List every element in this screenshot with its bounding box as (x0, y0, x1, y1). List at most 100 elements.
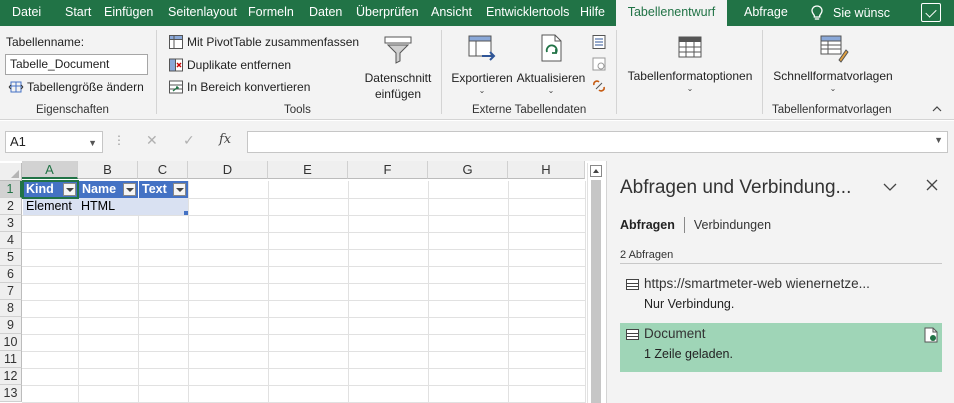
tab-datei[interactable]: Datei (12, 0, 41, 26)
cancel-icon[interactable]: ✕ (146, 132, 158, 149)
table-resize-handle[interactable] (184, 211, 188, 215)
row-header[interactable]: 12 (0, 368, 22, 385)
tab-ueberpruefen[interactable]: Überprüfen (356, 0, 419, 26)
table-name-input[interactable]: Tabelle_Document (5, 54, 148, 75)
row-header[interactable]: 9 (0, 317, 22, 334)
collapse-ribbon-icon[interactable] (932, 104, 942, 114)
query-item-document[interactable]: Document 1 Zeile geladen. (620, 323, 942, 372)
tab-seitenlayout[interactable]: Seitenlayout (168, 0, 237, 26)
row-header[interactable]: 10 (0, 334, 22, 351)
table-style-options-icon (678, 36, 702, 58)
select-all-corner[interactable] (0, 163, 22, 181)
row-header[interactable]: 2 (0, 198, 22, 215)
table-cell[interactable]: HTML (78, 198, 138, 215)
export-button[interactable]: Exportieren ⌄ (450, 32, 514, 96)
resize-table-icon (8, 81, 24, 93)
gridline (22, 215, 585, 216)
pane-title: Abfragen und Verbindung... (620, 177, 852, 198)
table-style-options-dropdown-icon: ⌄ (686, 84, 694, 93)
gridline (22, 249, 585, 250)
filter-dropdown-icon[interactable] (173, 183, 186, 196)
tab-connections[interactable]: Verbindungen (694, 218, 771, 232)
remove-duplicates-icon (169, 58, 183, 72)
chevron-down-icon[interactable] (883, 180, 897, 194)
table-style-options-button[interactable]: Tabellenformatoptionen ⌄ (624, 32, 756, 94)
column-header-d[interactable]: D (188, 161, 268, 179)
column-header-h[interactable]: H (508, 161, 585, 179)
name-box[interactable]: A1 ▼ (5, 131, 103, 153)
enter-icon[interactable]: ✓ (183, 132, 195, 149)
vertical-scrollbar[interactable] (587, 163, 603, 403)
unlink-icon[interactable] (591, 78, 607, 94)
tab-start[interactable]: Start (65, 0, 91, 26)
ribbon-separator (156, 30, 157, 114)
slicer-label-1: Datenschnitt (364, 71, 432, 85)
row-header[interactable]: 5 (0, 249, 22, 266)
resize-table-button[interactable]: Tabellengröße ändern (8, 77, 144, 97)
tab-abfrage[interactable]: Abfrage (744, 0, 788, 26)
tab-entwicklertools[interactable]: Entwicklertools (486, 0, 569, 26)
column-header-b[interactable]: B (78, 161, 138, 179)
slicer-icon (384, 36, 412, 64)
gridline (22, 283, 585, 284)
query-item-smartmeter[interactable]: https://smartmeter-web wienernetze... Nu… (620, 273, 942, 321)
row-header[interactable]: 1 (0, 181, 22, 198)
tab-einfuegen[interactable]: Einfügen (104, 0, 153, 26)
scrollbar-thumb[interactable] (591, 180, 601, 403)
convert-to-range-button[interactable]: In Bereich konvertieren (168, 77, 310, 97)
column-header-g[interactable]: G (428, 161, 508, 179)
quick-styles-button[interactable]: Schnellformatvorlagen ⌄ (770, 32, 896, 94)
open-in-browser-icon[interactable] (591, 56, 607, 72)
filter-dropdown-icon[interactable] (123, 183, 136, 196)
tab-hilfe[interactable]: Hilfe (580, 0, 605, 26)
quick-styles-dropdown-icon: ⌄ (829, 84, 837, 93)
table-header-text[interactable]: Text (138, 181, 188, 198)
gridline (22, 334, 585, 335)
row-header[interactable]: 4 (0, 232, 22, 249)
column-header-a[interactable]: A (22, 161, 78, 179)
expand-formula-bar-icon[interactable]: ▼ (934, 135, 943, 145)
row-header[interactable]: 6 (0, 266, 22, 283)
pane-divider (620, 263, 942, 264)
tab-tabellenentwurf[interactable]: Tabellenentwurf (616, 0, 727, 27)
refresh-icon (541, 34, 562, 62)
share-icon[interactable] (921, 3, 941, 22)
refresh-button[interactable]: Aktualisieren ⌄ (516, 32, 586, 96)
export-dropdown-icon: ⌄ (478, 86, 486, 95)
row-header[interactable]: 8 (0, 300, 22, 317)
close-icon[interactable] (925, 178, 939, 192)
group-title-tools: Tools (284, 104, 311, 116)
properties-icon[interactable] (591, 34, 607, 50)
tab-ansicht[interactable]: Ansicht (431, 0, 472, 26)
refresh-query-icon[interactable] (924, 327, 938, 343)
column-header-e[interactable]: E (268, 161, 348, 179)
scroll-up-icon[interactable] (590, 165, 602, 177)
pivot-table-icon (169, 35, 183, 49)
tab-daten[interactable]: Daten (309, 0, 342, 26)
table-header-name[interactable]: Name (78, 181, 138, 198)
ribbon-separator (616, 30, 617, 114)
tab-formeln[interactable]: Formeln (248, 0, 294, 26)
table-cell[interactable] (138, 198, 188, 215)
column-header-c[interactable]: C (138, 161, 188, 179)
quick-styles-icon (820, 35, 849, 63)
pivot-summarize-button[interactable]: Mit PivotTable zusammenfassen (168, 32, 359, 52)
table-cell[interactable]: Element (23, 198, 78, 215)
row-header[interactable]: 3 (0, 215, 22, 232)
worksheet-grid[interactable]: A B C D E F G H 1 2 3 4 5 6 7 8 9 10 11 … (0, 161, 605, 403)
column-header-f[interactable]: F (348, 161, 428, 179)
slicer-label-2: einfügen (374, 87, 422, 101)
formula-input[interactable]: ▼ (247, 131, 948, 153)
row-header[interactable]: 13 (0, 385, 22, 402)
insert-slicer-button[interactable]: Datenschnitt einfügen (362, 34, 434, 102)
row-header[interactable]: 11 (0, 351, 22, 368)
tab-queries[interactable]: Abfragen (620, 218, 675, 232)
gridline (22, 351, 585, 352)
name-box-dropdown-icon[interactable]: ▼ (88, 135, 97, 151)
lightbulb-icon (811, 5, 823, 20)
remove-duplicates-button[interactable]: Duplikate entfernen (168, 55, 291, 75)
insert-function-icon[interactable]: fx (219, 132, 231, 147)
row-header[interactable]: 7 (0, 283, 22, 300)
query-status: Nur Verbindung. (644, 297, 735, 311)
tell-me-search[interactable]: Sie wünsc (808, 0, 890, 26)
